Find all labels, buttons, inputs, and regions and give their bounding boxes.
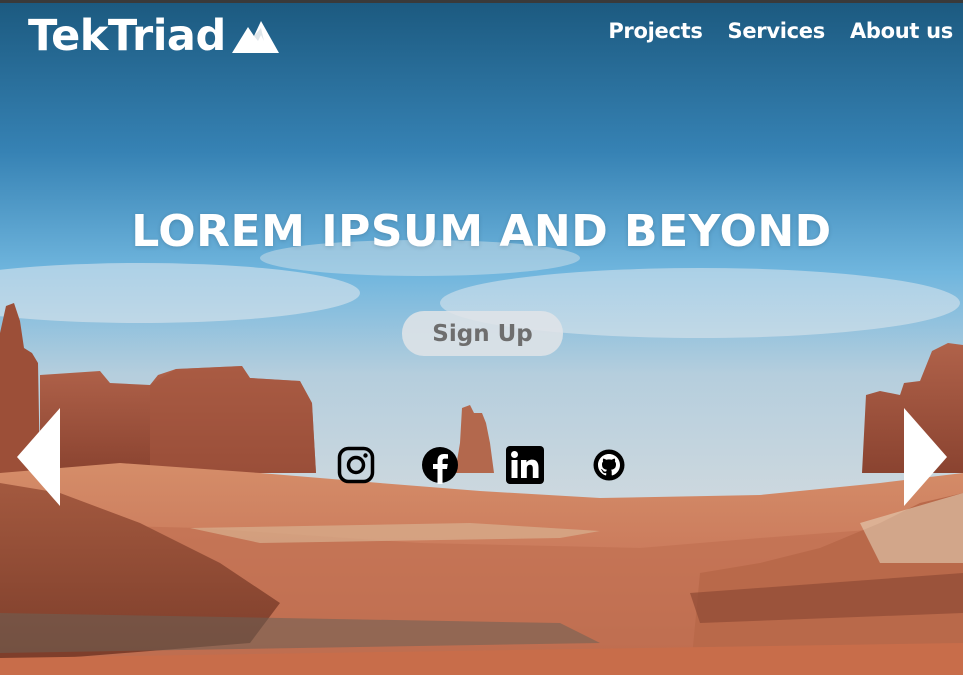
brand-name: TekTriad: [28, 11, 226, 61]
main-nav: Projects Services About us: [608, 19, 953, 43]
nav-item-services[interactable]: Services: [728, 19, 826, 43]
instagram-icon: [337, 446, 375, 484]
github-icon: [593, 449, 625, 481]
nav-item-projects[interactable]: Projects: [608, 19, 703, 43]
facebook-link[interactable]: [421, 446, 459, 484]
chevron-left-icon[interactable]: [17, 408, 61, 506]
mountain-icon: [231, 21, 279, 53]
linkedin-link[interactable]: [506, 446, 544, 484]
github-link[interactable]: [590, 446, 628, 484]
chevron-right-icon[interactable]: [903, 408, 947, 506]
nav-item-about-us[interactable]: About us: [850, 19, 953, 43]
facebook-icon: [422, 447, 458, 484]
sign-up-button[interactable]: Sign Up: [402, 311, 563, 356]
instagram-link[interactable]: [337, 446, 375, 484]
linkedin-icon: [506, 446, 544, 484]
hero-headline: LOREM IPSUM AND BEYOND: [131, 206, 832, 257]
hero-section: TekTriad Projects Services About us LORE…: [0, 0, 963, 675]
brand-logo[interactable]: TekTriad: [28, 11, 279, 61]
